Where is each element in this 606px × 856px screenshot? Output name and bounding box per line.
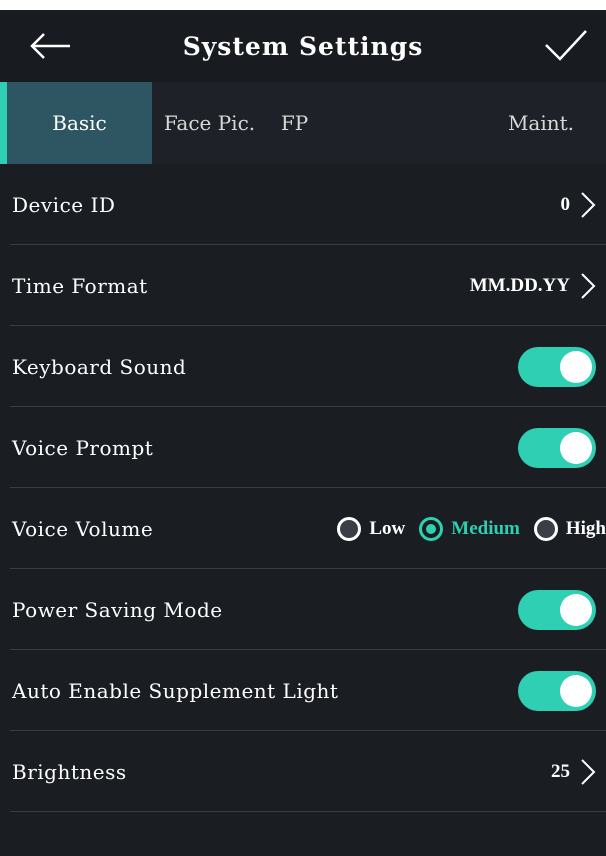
toggle-knob (560, 431, 592, 464)
power-saving-toggle[interactable] (518, 589, 596, 630)
time-format-label: Time Format (12, 273, 148, 298)
settings-screen: System Settings Basic Face Pic. FP Maint… (0, 10, 606, 856)
supplement-light-row: Auto Enable Supplement Light (0, 650, 606, 731)
voice-volume-radio-group: Low Medium High (323, 516, 606, 541)
keyboard-sound-row: Keyboard Sound (0, 326, 606, 407)
confirm-button[interactable] (526, 10, 606, 82)
voice-prompt-label: Voice Prompt (12, 435, 154, 460)
brightness-value: 25 (551, 760, 570, 782)
radio-circle-selected (419, 516, 444, 541)
power-saving-label: Power Saving Mode (12, 597, 223, 622)
toggle-knob (560, 593, 592, 626)
tab-bar: Basic Face Pic. FP Maint. (0, 82, 606, 164)
device-id-value: 0 (560, 193, 571, 215)
keyboard-sound-label: Keyboard Sound (12, 354, 187, 379)
tab-face-pic[interactable]: Face Pic. (152, 82, 267, 164)
tab-fp[interactable]: FP (267, 82, 322, 164)
power-saving-row: Power Saving Mode (0, 569, 606, 650)
voice-volume-row: Voice Volume Low Medium High (0, 488, 606, 569)
radio-circle (533, 516, 558, 541)
voice-prompt-toggle[interactable] (518, 427, 596, 468)
supplement-light-label: Auto Enable Supplement Light (12, 678, 339, 703)
time-format-row[interactable]: Time Format MM.DD.YY (0, 245, 606, 326)
radio-circle (337, 516, 362, 541)
supplement-light-toggle[interactable] (518, 670, 596, 711)
device-id-label: Device ID (12, 192, 116, 217)
check-icon (545, 30, 587, 61)
device-id-row[interactable]: Device ID 0 (0, 164, 606, 245)
tab-spacer (322, 82, 476, 164)
page-title: System Settings (182, 31, 424, 61)
chevron-right-icon (581, 758, 596, 785)
volume-high-label: High (565, 517, 606, 539)
volume-medium-radio[interactable]: Medium (419, 516, 520, 541)
tab-maint[interactable]: Maint. (476, 82, 606, 164)
voice-prompt-row: Voice Prompt (0, 407, 606, 488)
keyboard-sound-toggle[interactable] (518, 346, 596, 387)
toggle-knob (560, 674, 592, 707)
chevron-right-icon (581, 272, 596, 299)
arrow-left-icon (30, 33, 70, 59)
volume-high-radio[interactable]: High (533, 516, 606, 541)
header-bar: System Settings (0, 10, 606, 82)
volume-low-label: Low (369, 517, 406, 539)
chevron-right-icon (581, 191, 596, 218)
settings-list: Device ID 0 Time Format MM.DD.YY Keyboar… (0, 164, 606, 812)
voice-volume-label: Voice Volume (12, 516, 154, 541)
volume-medium-label: Medium (451, 517, 520, 539)
tab-basic[interactable]: Basic (0, 82, 152, 164)
back-button[interactable] (10, 10, 90, 82)
brightness-label: Brightness (12, 759, 127, 784)
brightness-row[interactable]: Brightness 25 (0, 731, 606, 812)
time-format-value: MM.DD.YY (469, 274, 570, 296)
toggle-knob (560, 350, 592, 383)
volume-low-radio[interactable]: Low (337, 516, 406, 541)
